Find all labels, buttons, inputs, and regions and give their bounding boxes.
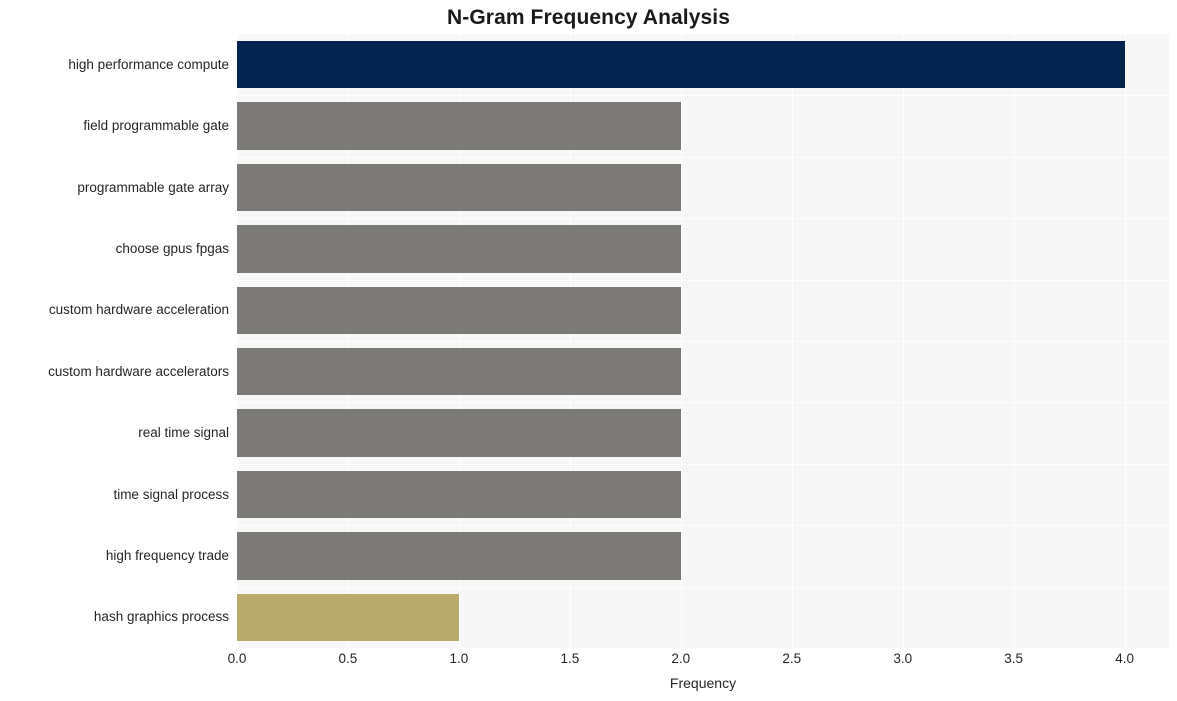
horizontal-gridline	[237, 463, 1169, 465]
x-axis-tick-label: 2.5	[782, 651, 802, 666]
y-axis-tick-label: time signal process	[113, 486, 229, 502]
x-axis-tick-label: 1.0	[449, 651, 469, 666]
y-axis-tick-label: programmable gate array	[77, 179, 229, 195]
x-axis-tick-label: 1.5	[560, 651, 580, 666]
horizontal-gridline	[237, 156, 1169, 158]
plot-area	[237, 34, 1169, 648]
bar[interactable]	[237, 225, 681, 273]
bar[interactable]	[237, 347, 681, 396]
bar[interactable]	[237, 102, 681, 150]
x-axis-tick-label: 2.0	[671, 651, 691, 666]
y-axis-tick-label: custom hardware accelerators	[48, 363, 229, 379]
y-axis-tick-label: high performance compute	[68, 56, 229, 72]
y-axis-tick-label: high frequency trade	[105, 547, 229, 563]
bar[interactable]	[237, 409, 681, 457]
chart-figure: N-Gram Frequency Analysis high performan…	[0, 0, 1177, 701]
x-axis-tick-labels: 0.0 0.5 1.0 1.5 2.0 2.5 3.0 3.5 4.0	[0, 652, 1177, 674]
bar[interactable]	[237, 40, 1125, 89]
bar[interactable]	[237, 286, 681, 335]
horizontal-gridline	[237, 95, 1169, 97]
x-axis-title: Frequency	[669, 675, 737, 691]
y-axis-tick-label: choose gpus fpgas	[115, 240, 229, 256]
y-axis-tick-labels: high performance compute field programmab…	[0, 34, 229, 648]
x-axis-tick-label: 0.0	[227, 651, 247, 666]
chart-title: N-Gram Frequency Analysis	[447, 6, 730, 29]
horizontal-gridline	[237, 218, 1169, 220]
horizontal-gridline	[237, 586, 1169, 588]
horizontal-gridline	[237, 279, 1169, 281]
y-axis-tick-label: custom hardware acceleration	[48, 302, 229, 318]
horizontal-gridline	[237, 525, 1169, 527]
y-axis-tick-label: real time signal	[138, 425, 229, 441]
y-axis-tick-label: field programmable gate	[83, 118, 229, 134]
y-axis-tick-label: hash graphics process	[93, 609, 229, 625]
bar[interactable]	[237, 470, 681, 519]
x-axis-tick-label: 4.0	[1115, 651, 1134, 666]
bar[interactable]	[237, 593, 459, 642]
bar[interactable]	[237, 163, 681, 212]
x-axis-tick-label: 3.0	[893, 651, 913, 666]
horizontal-gridline	[237, 402, 1169, 404]
horizontal-gridline	[237, 341, 1169, 342]
x-axis-tick-label: 0.5	[338, 651, 358, 666]
bar[interactable]	[237, 532, 681, 580]
x-axis-tick-label: 3.5	[1004, 651, 1024, 666]
